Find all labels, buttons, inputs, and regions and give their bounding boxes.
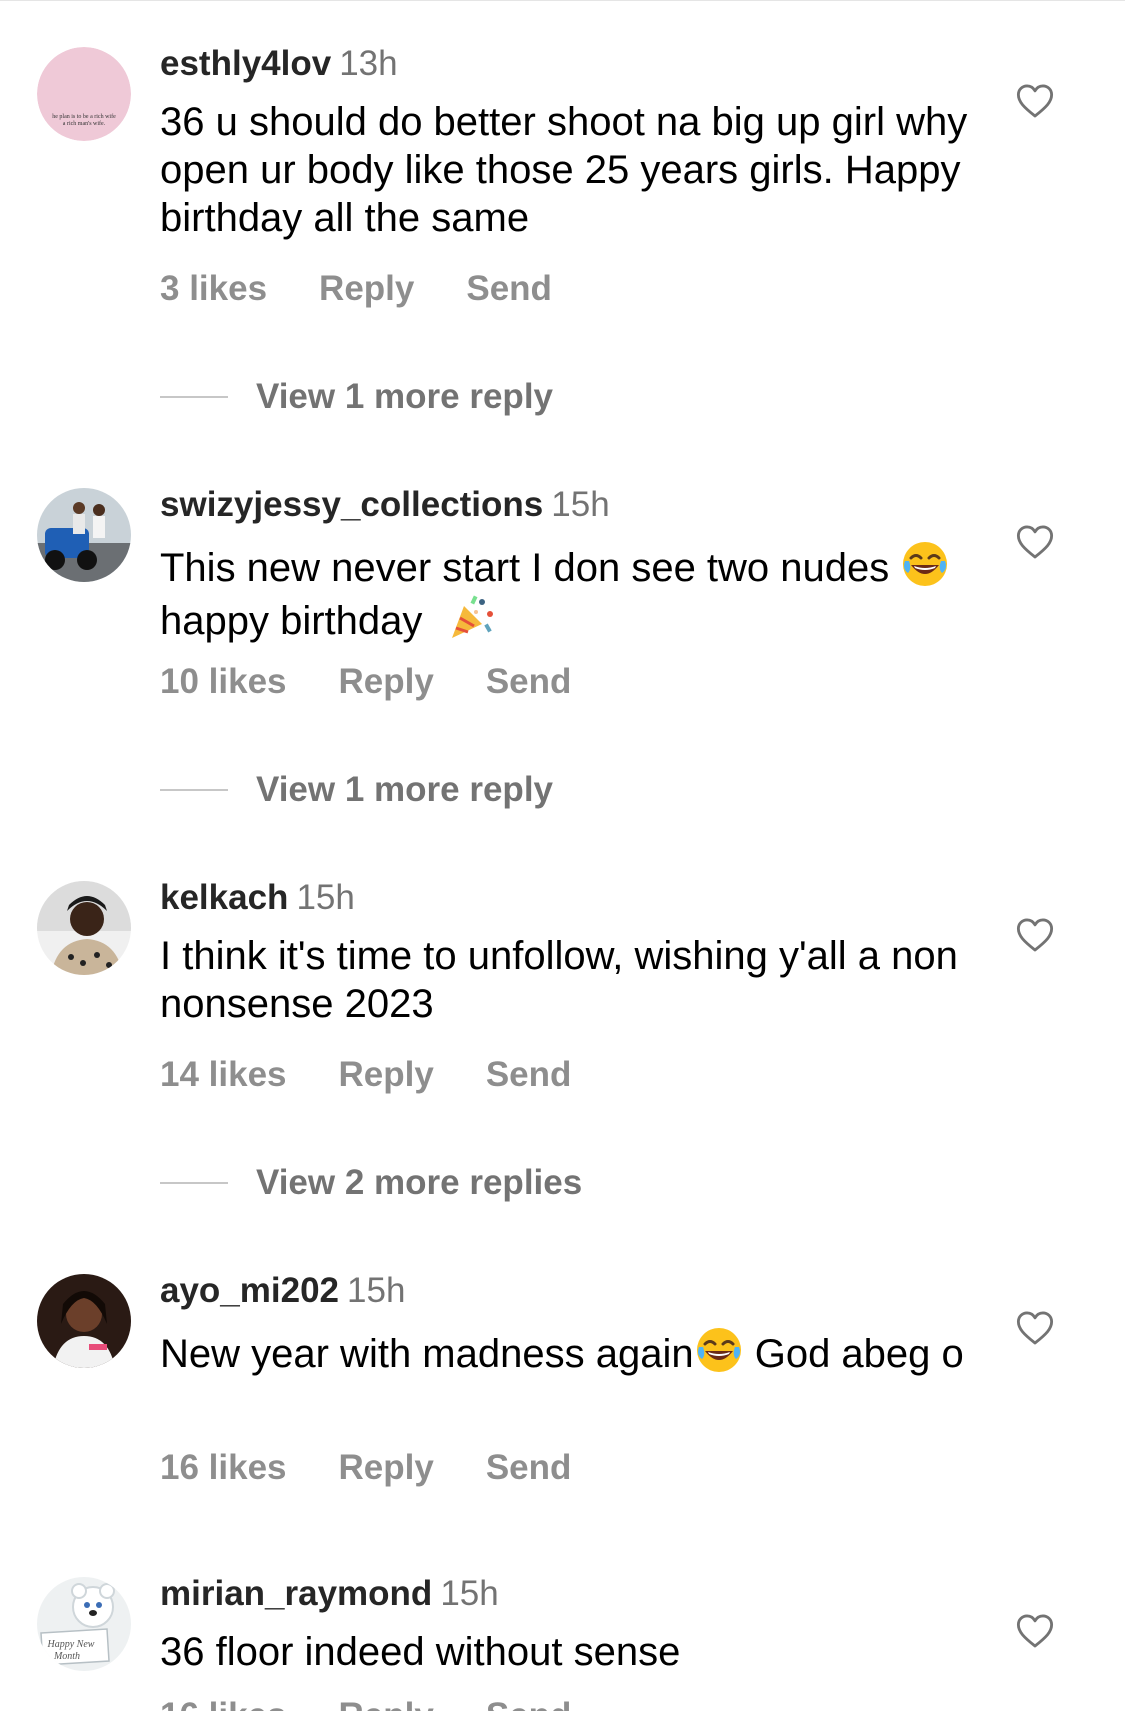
view-replies-label: View 1 more reply — [256, 377, 554, 416]
heart-icon[interactable] — [1016, 1310, 1054, 1346]
likes-count[interactable]: 16 likes — [160, 1448, 287, 1488]
send-button[interactable]: Send — [486, 1055, 572, 1095]
comment-header: mirian_raymond 15h — [160, 1574, 499, 1614]
comment-text-part: New year with madness again — [160, 1332, 694, 1376]
comment-header: kelkach 15h — [160, 878, 355, 918]
comment-text-part: This new never start I don see two nudes — [160, 546, 890, 590]
username[interactable]: kelkach — [160, 878, 288, 917]
reply-button[interactable]: Reply — [319, 269, 414, 309]
heart-icon[interactable] — [1016, 524, 1054, 560]
comment-text: I think it's time to unfollow, wishing y… — [160, 934, 958, 1026]
timestamp: 13h — [339, 44, 398, 83]
laughing-emoji-icon — [696, 1328, 741, 1372]
view-replies-divider — [160, 396, 228, 398]
avatar[interactable]: he plan is to be a rich wife a rich man'… — [37, 47, 131, 141]
svg-text:Month: Month — [53, 1651, 80, 1662]
view-replies-divider — [160, 1182, 228, 1184]
comment-text: 36 u should do better shoot na big up gi… — [160, 100, 968, 240]
heart-icon[interactable] — [1016, 1613, 1054, 1649]
timestamp: 15h — [551, 485, 610, 524]
likes-count[interactable]: 14 likes — [160, 1055, 287, 1095]
avatar[interactable] — [37, 1274, 131, 1368]
svg-text:he plan is to be a rich wife: he plan is to be a rich wife — [52, 113, 116, 120]
likes-count[interactable]: 16 likes — [160, 1696, 287, 1711]
avatar[interactable] — [37, 881, 131, 975]
username[interactable]: swizyjessy_collections — [160, 485, 543, 524]
send-button[interactable]: Send — [466, 269, 552, 309]
comment-text-part: happy birthday — [160, 599, 423, 643]
comment-header: esthly4lov 13h — [160, 44, 398, 84]
view-replies-label: View 1 more reply — [256, 770, 554, 809]
avatar[interactable] — [37, 488, 131, 582]
comment-header: swizyjessy_collections 15h — [160, 485, 610, 525]
send-button[interactable]: Send — [486, 1696, 572, 1711]
username[interactable]: esthly4lov — [160, 44, 331, 83]
likes-count[interactable]: 10 likes — [160, 662, 287, 702]
heart-icon[interactable] — [1016, 917, 1054, 953]
svg-text:Happy New: Happy New — [47, 1639, 95, 1650]
username[interactable]: ayo_mi202 — [160, 1271, 339, 1310]
avatar[interactable]: Happy New Month — [37, 1577, 131, 1671]
laughing-emoji-icon — [903, 542, 948, 586]
comment-actions: 3 likes Reply Send — [160, 269, 552, 309]
svg-text:a rich man's wife.: a rich man's wife. — [63, 120, 106, 127]
reply-button[interactable]: Reply — [339, 662, 434, 702]
party-popper-emoji-icon — [451, 595, 493, 638]
comment-text: This new never start I don see two nudes… — [160, 539, 970, 645]
comment-text: New year with madness again God abeg o — [160, 1325, 970, 1378]
comment-actions: 16 likes Reply Send — [160, 1696, 571, 1711]
send-button[interactable]: Send — [486, 662, 572, 702]
view-replies-label: View 2 more replies — [256, 1163, 583, 1202]
reply-button[interactable]: Reply — [339, 1448, 434, 1488]
likes-count[interactable]: 3 likes — [160, 269, 267, 309]
timestamp: 15h — [296, 878, 355, 917]
view-replies-button[interactable]: View 1 more reply — [160, 770, 553, 810]
username[interactable]: mirian_raymond — [160, 1574, 432, 1613]
reply-button[interactable]: Reply — [339, 1055, 434, 1095]
comment-actions: 10 likes Reply Send — [160, 662, 571, 702]
comment-text-part: God abeg o — [743, 1332, 964, 1376]
timestamp: 15h — [347, 1271, 406, 1310]
top-divider — [0, 0, 1125, 1]
comment-text: 36 floor indeed without sense — [160, 1630, 681, 1674]
heart-icon[interactable] — [1016, 83, 1054, 119]
view-replies-divider — [160, 789, 228, 791]
timestamp: 15h — [440, 1574, 499, 1613]
view-replies-button[interactable]: View 1 more reply — [160, 377, 553, 417]
reply-button[interactable]: Reply — [339, 1696, 434, 1711]
comment-header: ayo_mi202 15h — [160, 1271, 405, 1311]
send-button[interactable]: Send — [486, 1448, 572, 1488]
comment-actions: 14 likes Reply Send — [160, 1055, 571, 1095]
view-replies-button[interactable]: View 2 more replies — [160, 1163, 582, 1203]
comment-actions: 16 likes Reply Send — [160, 1448, 571, 1488]
